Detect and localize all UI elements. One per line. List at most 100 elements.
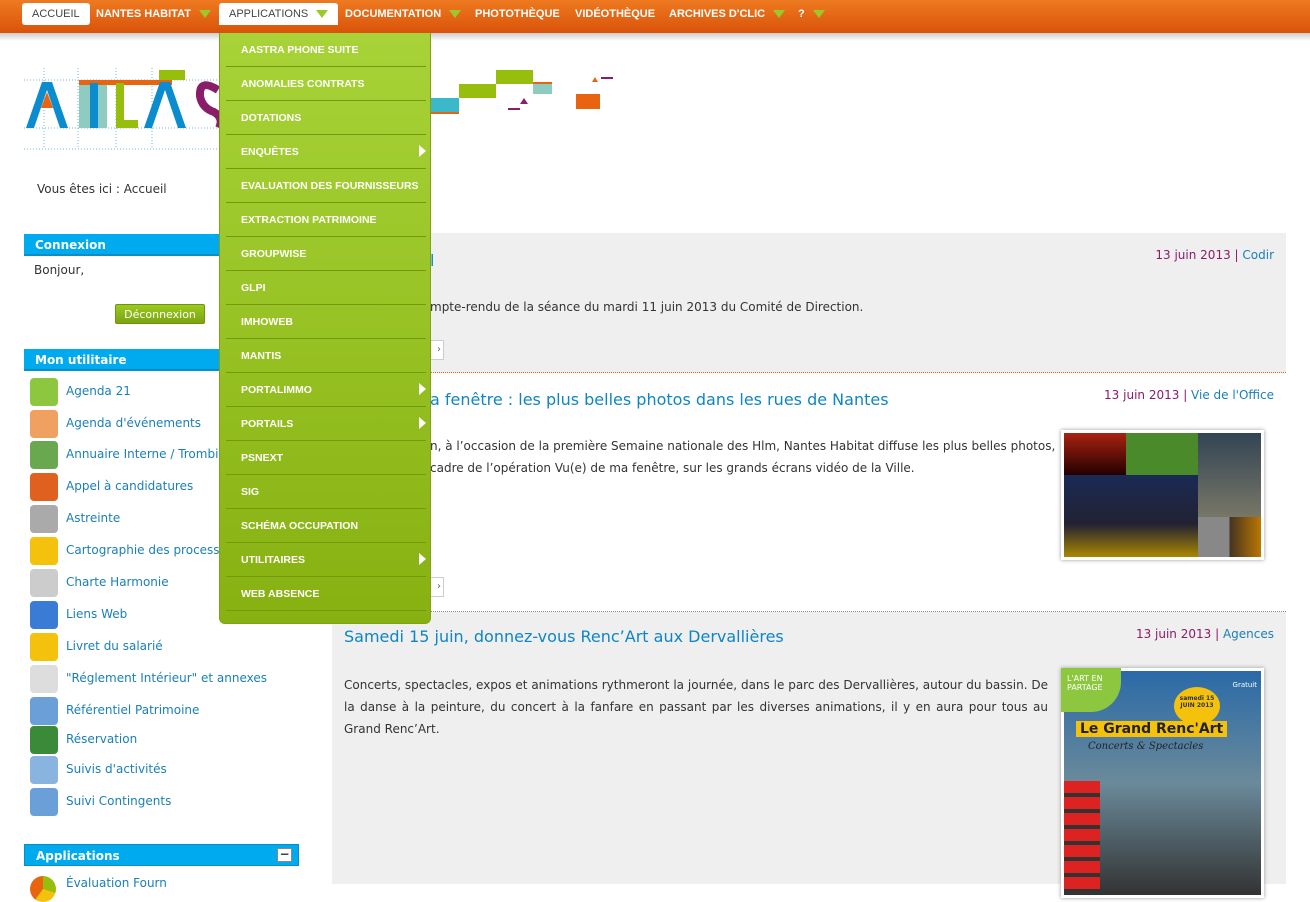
article-codir: l 13 juin 2013 | Codir mpte-rendu de la …: [332, 233, 1286, 373]
menu-item[interactable]: DOTATIONS: [226, 101, 426, 135]
menu-item[interactable]: ANOMALIES CONTRATS: [226, 67, 426, 101]
menu-item-label: UTILITAIRES: [241, 554, 305, 566]
menu-item-label: PSNEXT: [241, 452, 284, 464]
text-line: Renc’Art.: [384, 722, 440, 736]
article-text: Concerts, spectacles, expos et animation…: [344, 674, 1048, 740]
poster-tag: L'ART EN PARTAGE: [1061, 668, 1121, 712]
phone-icon: [30, 505, 58, 533]
menu-item[interactable]: SCHÉMA OCCUPATION: [226, 509, 426, 543]
chevron-down-icon: [449, 10, 462, 19]
photo-collage[interactable]: [1061, 430, 1264, 560]
chevron-right-icon: [419, 145, 426, 157]
menu-item-label: SCHÉMA OCCUPATION: [241, 520, 359, 532]
menu-item[interactable]: AASTRA PHONE SUITE: [226, 33, 426, 67]
notebook-icon: [30, 633, 58, 661]
nav-shadow: [0, 33, 1310, 41]
menu-item-label: WEB ABSENCE: [241, 588, 320, 600]
applications-title: Applications: [36, 849, 120, 863]
chevron-right-icon: [419, 383, 426, 395]
menu-item[interactable]: SIG: [226, 475, 426, 509]
read-more-button[interactable]: ›: [430, 340, 444, 360]
menu-item[interactable]: GLPI: [226, 271, 426, 305]
menu-item-label: MANTIS: [241, 350, 282, 362]
nav-help[interactable]: ?: [788, 3, 835, 25]
nav-label: APPLICATIONS: [229, 8, 309, 20]
breadcrumb: Vous êtes ici : Accueil: [37, 182, 167, 196]
nav-label: ACCUEIL: [32, 8, 80, 20]
nav-archives[interactable]: ARCHIVES D'CLIC: [659, 3, 795, 25]
clock-calendar-icon: [30, 726, 58, 754]
text-line: danse à la peinture, du concert à la fan…: [344, 700, 1048, 736]
article-text: mpte-rendu de la séance du mardi 11 juin…: [430, 300, 864, 314]
nav-phototheque[interactable]: PHOTOTHÈQUE: [465, 3, 570, 25]
menu-item[interactable]: ENQUÊTES: [226, 135, 426, 169]
menu-item-label: GLPI: [241, 282, 266, 294]
article-date: 13 juin 2013: [1104, 388, 1180, 402]
menu-item-label: PORTALIMMO: [241, 384, 312, 396]
read-more-button[interactable]: ›: [430, 577, 444, 597]
utilitaire-item-label: Suivi Contingents: [66, 794, 172, 808]
article-text: cadre de l’opération Vu(e) de ma fenêtre…: [430, 461, 915, 475]
nav-videotheque[interactable]: VIDÉOTHÈQUE: [565, 3, 665, 25]
utilitaire-item-label: Agenda d'événements: [66, 416, 202, 430]
menu-item-label: EXTRACTION PATRIMOINE: [241, 214, 377, 226]
users-icon: [30, 441, 58, 469]
nav-nantes-habitat[interactable]: NANTES HABITAT: [86, 3, 221, 25]
menu-item[interactable]: EXTRACTION PATRIMOINE: [226, 203, 426, 237]
poster-date: samedi 15 JUIN 2013: [1174, 687, 1220, 725]
article-category-link[interactable]: Agences: [1223, 627, 1274, 641]
nav-label: ARCHIVES D'CLIC: [669, 8, 766, 20]
menu-item-label: DOTATIONS: [241, 112, 302, 124]
chevron-down-icon: [812, 10, 825, 19]
nav-label: NANTES HABITAT: [96, 8, 191, 20]
nav-accueil[interactable]: ACCUEIL: [22, 3, 90, 25]
event-poster[interactable]: L'ART EN PARTAGE Gratuit samedi 15 JUIN …: [1061, 668, 1264, 898]
utilitaire-item-label: Appel à candidatures: [66, 479, 194, 493]
article-category-link[interactable]: Codir: [1242, 248, 1274, 262]
notebook-icon: [30, 537, 58, 565]
utilitaire-item-label: Suivis d'activités: [66, 762, 167, 776]
menu-item[interactable]: EVALUATION DES FOURNISSEURS: [226, 169, 426, 203]
menu-item[interactable]: PORTALIMMO: [226, 373, 426, 407]
chevron-right-icon: [419, 553, 426, 565]
utilitaire-item-label: Astreinte: [66, 511, 121, 525]
menu-item[interactable]: IMHOWEB: [226, 305, 426, 339]
article-meta: 13 juin 2013 | Vie de l'Office: [1104, 388, 1274, 402]
top-nav: ACCUEIL NANTES HABITAT APPLICATIONS DOCU…: [0, 0, 1310, 33]
nav-applications[interactable]: APPLICATIONS: [219, 3, 339, 25]
chevron-down-icon: [316, 10, 329, 19]
menu-item[interactable]: WEB ABSENCE: [226, 577, 426, 611]
utilitaire-item-label: Réservation: [66, 732, 138, 746]
greeting: Bonjour,: [34, 263, 85, 277]
calendar-icon: [30, 410, 58, 438]
menu-item[interactable]: GROUPWISE: [226, 237, 426, 271]
article-date: 13 juin 2013: [1155, 248, 1231, 262]
article-title[interactable]: a fenêtre : les plus belles photos dans …: [430, 390, 889, 409]
document-icon: [30, 665, 58, 693]
menu-item[interactable]: PSNEXT: [226, 441, 426, 475]
menu-item-label: ANOMALIES CONTRATS: [241, 78, 365, 90]
nav-label: VIDÉOTHÈQUE: [575, 8, 656, 20]
menu-item[interactable]: UTILITAIRES: [226, 543, 426, 577]
applications-item[interactable]: Évaluation Fourn: [66, 876, 167, 890]
menu-item[interactable]: PORTAILS: [226, 407, 426, 441]
applications-dropdown: AASTRA PHONE SUITE ANOMALIES CONTRATS DOTA…: [219, 33, 431, 624]
menu-item-label: EVALUATION DES FOURNISSEURS: [241, 180, 419, 192]
building-icon: [30, 788, 58, 816]
evaluation-icon: [30, 876, 56, 902]
poster-subtitle: Concerts & Spectacles: [1088, 741, 1204, 752]
globe-icon: [30, 601, 58, 629]
document-pen-icon: [30, 569, 58, 597]
utilitaire-item-label: "Réglement Intérieur" et annexes: [66, 671, 267, 685]
collapse-icon[interactable]: −: [277, 848, 292, 862]
utilitaire-item-label: Référentiel Patrimoine: [66, 703, 200, 717]
menu-item[interactable]: MANTIS: [226, 339, 426, 373]
nav-documentation[interactable]: DOCUMENTATION: [335, 3, 471, 25]
menu-item-label: ENQUÊTES: [241, 146, 299, 158]
person-icon: [30, 473, 58, 501]
article-title[interactable]: Samedi 15 juin, donnez-vous Renc’Art aux…: [344, 627, 784, 646]
logout-button[interactable]: Déconnexion: [115, 304, 205, 324]
menu-item-label: PORTAILS: [241, 418, 294, 430]
utilitaire-item-label: Annuaire Interne / Trombin: [66, 447, 227, 461]
article-category-link[interactable]: Vie de l'Office: [1191, 388, 1274, 402]
